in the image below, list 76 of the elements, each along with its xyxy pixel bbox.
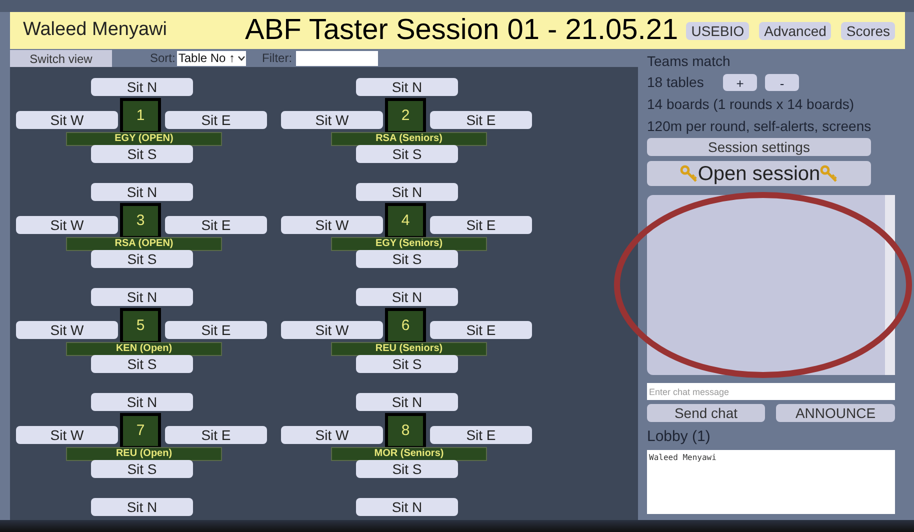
sit-button[interactable]: Sit N (91, 78, 193, 96)
lobby-title: Lobby (1) (647, 427, 712, 447)
session-settings-button[interactable]: Session settings (647, 138, 871, 156)
team-label: EGY (OPEN) (66, 132, 222, 146)
filter-field[interactable] (296, 50, 378, 66)
sit-button[interactable]: Sit W (281, 216, 383, 234)
boards-info: 14 boards (1 rounds x 14 boards) (647, 95, 856, 114)
filter-label: Filter: (262, 50, 292, 67)
sit-button[interactable]: Sit E (430, 216, 532, 234)
table-number: 4 (385, 203, 426, 239)
sit-button[interactable]: Sit E (430, 321, 532, 339)
timing-info: 120m per round, self-alerts, screens (647, 117, 872, 136)
sit-button[interactable]: Sit W (16, 111, 118, 129)
team-label: KEN (Open) (66, 342, 222, 356)
add-table-button[interactable]: + (723, 74, 757, 90)
sit-button[interactable]: Sit E (165, 216, 267, 234)
table-number: 6 (385, 308, 426, 344)
team-label: RSA (OPEN) (66, 237, 222, 251)
key-icon (820, 164, 838, 182)
sort-label: Sort: (150, 50, 176, 67)
sit-button[interactable]: Sit N (356, 498, 458, 516)
chat-input[interactable]: Enter chat message (647, 383, 895, 400)
sit-button[interactable]: Sit N (356, 183, 458, 201)
sit-button[interactable]: Sit N (356, 393, 458, 411)
sit-button[interactable]: Sit W (281, 321, 383, 339)
sit-button[interactable]: Sit E (165, 321, 267, 339)
user-name: Waleed Menyawi (23, 18, 168, 42)
sit-button[interactable]: Sit E (165, 111, 267, 129)
caret-icon (238, 56, 246, 60)
header-button[interactable]: Scores (841, 22, 895, 40)
table-count: 18 tables (647, 72, 705, 92)
sit-button[interactable]: Sit S (91, 460, 193, 478)
table-number: 7 (120, 413, 161, 449)
sit-button[interactable]: Sit E (165, 426, 267, 444)
sit-button[interactable]: Sit S (91, 355, 193, 373)
sit-button[interactable]: Sit E (430, 426, 532, 444)
table-number: 1 (120, 98, 161, 134)
team-label: EGY (Seniors) (331, 237, 487, 251)
sit-button[interactable]: Sit E (430, 111, 532, 129)
table-number: 5 (120, 308, 161, 344)
lobby-user: Waleed Menyawi (649, 452, 718, 464)
team-label: MOR (Seniors) (331, 447, 487, 461)
sit-button[interactable]: Sit S (356, 460, 458, 478)
sit-button[interactable]: Sit W (16, 321, 118, 339)
team-label: RSA (Seniors) (331, 132, 487, 146)
sit-button[interactable]: Sit N (91, 393, 193, 411)
sit-button[interactable]: Sit N (356, 78, 458, 96)
table-number: 8 (385, 413, 426, 449)
header-button[interactable]: USEBIO (686, 22, 750, 40)
session-title: ABF Taster Session 01 - 21.05.21 (245, 12, 678, 48)
sit-button[interactable]: Sit S (356, 145, 458, 163)
team-label: REU (Seniors) (331, 342, 487, 356)
sit-button[interactable]: Sit S (91, 250, 193, 268)
table-number: 2 (385, 98, 426, 134)
remove-table-button[interactable]: - (765, 74, 799, 90)
sit-button[interactable]: Sit W (16, 216, 118, 234)
sit-button[interactable]: Sit S (356, 355, 458, 373)
sort-dropdown[interactable]: Table No ↑ (177, 50, 246, 66)
sit-button[interactable]: Sit N (91, 288, 193, 306)
announce-button[interactable]: ANNOUNCE (776, 404, 895, 422)
table-number: 3 (120, 203, 161, 239)
switch-view-button[interactable]: Switch view (10, 50, 112, 66)
team-label: REU (Open) (66, 447, 222, 461)
open-session-button[interactable]: Open session (647, 161, 871, 186)
sit-button[interactable]: Sit S (356, 250, 458, 268)
sit-button[interactable]: Sit W (281, 111, 383, 129)
session-type: Teams match (647, 52, 732, 71)
header-button[interactable]: Advanced (759, 22, 832, 40)
send-chat-button[interactable]: Send chat (647, 404, 765, 422)
sit-button[interactable]: Sit W (281, 426, 383, 444)
sit-button[interactable]: Sit W (16, 426, 118, 444)
sit-button[interactable]: Sit N (91, 183, 193, 201)
sit-button[interactable]: Sit N (91, 498, 193, 516)
key-icon (680, 164, 698, 182)
sit-button[interactable]: Sit N (356, 288, 458, 306)
sit-button[interactable]: Sit S (91, 145, 193, 163)
